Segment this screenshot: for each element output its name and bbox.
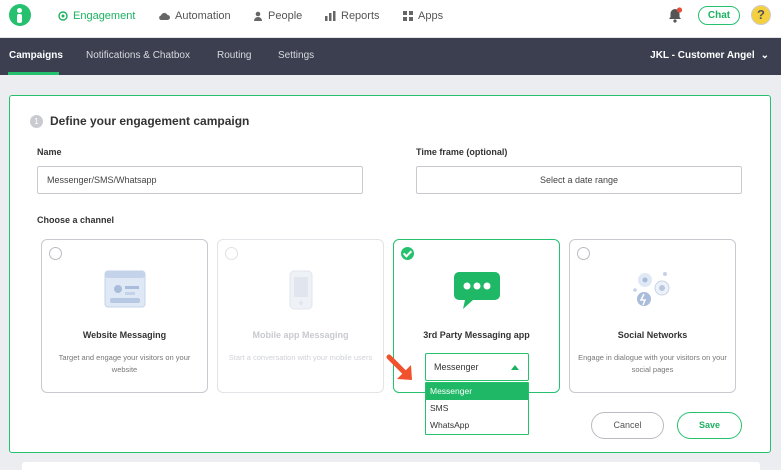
bell-icon[interactable] (668, 7, 683, 23)
pointer-arrow-icon (386, 354, 412, 380)
account-name: JKL - Customer Angel (650, 50, 755, 61)
panel-title: Define your engagement campaign (50, 114, 250, 128)
channel-radio[interactable] (577, 247, 590, 260)
channel-label: Choose a channel (37, 215, 115, 225)
active-tab-indicator (8, 72, 59, 75)
mobile-phone-icon (289, 270, 312, 310)
bar-chart-icon (325, 11, 336, 21)
name-input[interactable]: Messenger/SMS/Whatsapp (37, 166, 363, 194)
option-messenger[interactable]: Messenger (426, 383, 528, 400)
channel-title: Mobile app Messaging (252, 330, 349, 340)
channel-card-mobile: Mobile app Messaging Start a conversatio… (217, 239, 384, 393)
top-navigation: Engagement Automation People Reports App… (0, 0, 781, 38)
channel-title: Social Networks (617, 330, 688, 340)
channel-title: Website Messaging (82, 330, 167, 340)
app-logo[interactable] (9, 4, 31, 26)
channel-description: Target and engage your visitors on your … (58, 353, 191, 374)
nav-people-label: People (268, 10, 303, 22)
nav-engagement-label: Engagement (73, 10, 136, 22)
nav-automation-label: Automation (175, 10, 231, 22)
browser-window-icon (104, 270, 145, 308)
channel-card-social[interactable]: Social Networks Engage in dialogue with … (569, 239, 736, 393)
messaging-app-select[interactable]: Messenger (425, 353, 529, 381)
nav-reports-label: Reports (341, 10, 380, 22)
chevron-down-icon: ⌄ (760, 50, 769, 61)
caret-up-icon (511, 365, 519, 370)
option-sms[interactable]: SMS (426, 400, 528, 417)
check-icon[interactable] (401, 247, 414, 260)
option-whatsapp[interactable]: WhatsApp (426, 417, 528, 434)
channel-description: Start a conversation with your mobile us… (228, 353, 373, 362)
social-networks-icon (632, 272, 669, 306)
channel-title: 3rd Party Messaging app (423, 330, 530, 340)
chat-button[interactable]: Chat (698, 6, 740, 25)
tab-campaigns[interactable]: Campaigns (9, 50, 63, 61)
nav-people[interactable]: People (253, 9, 302, 23)
nav-apps-label: Apps (418, 10, 444, 22)
channel-card-website[interactable]: Website Messaging Target and engage your… (41, 239, 208, 393)
cloud-icon (159, 12, 170, 20)
cancel-button[interactable]: Cancel (591, 412, 664, 439)
person-icon (254, 11, 262, 21)
grid-icon (403, 11, 413, 21)
tab-routing[interactable]: Routing (217, 50, 251, 61)
campaign-panel: 1 Define your engagement campaign Name M… (9, 95, 771, 453)
channel-radio[interactable] (49, 247, 62, 260)
avatar[interactable]: ? (751, 5, 771, 25)
channel-radio (225, 247, 238, 260)
channel-description: Engage in dialogue with your visitors on… (578, 353, 727, 374)
save-button[interactable]: Save (677, 412, 742, 439)
next-section-panel (22, 462, 760, 470)
nav-automation[interactable]: Automation (158, 9, 231, 23)
nav-reports[interactable]: Reports (325, 9, 380, 23)
date-range-input[interactable]: Select a date range (416, 166, 742, 194)
nav-engagement[interactable]: Engagement (58, 9, 135, 23)
sub-navigation: Campaigns Notifications & Chatbox Routin… (0, 38, 781, 75)
name-label: Name (37, 147, 62, 157)
timeframe-label: Time frame (optional) (416, 147, 508, 157)
account-selector[interactable]: JKL - Customer Angel ⌄ (650, 50, 769, 61)
tab-settings[interactable]: Settings (278, 50, 314, 61)
target-icon (58, 11, 68, 21)
nav-apps[interactable]: Apps (403, 9, 443, 23)
chat-bubble-icon (453, 272, 500, 309)
select-value: Messenger (434, 362, 479, 372)
step-number: 1 (30, 115, 43, 128)
tab-notifications-chatbox[interactable]: Notifications & Chatbox (86, 50, 190, 61)
messaging-app-dropdown: Messenger SMS WhatsApp (425, 382, 529, 435)
